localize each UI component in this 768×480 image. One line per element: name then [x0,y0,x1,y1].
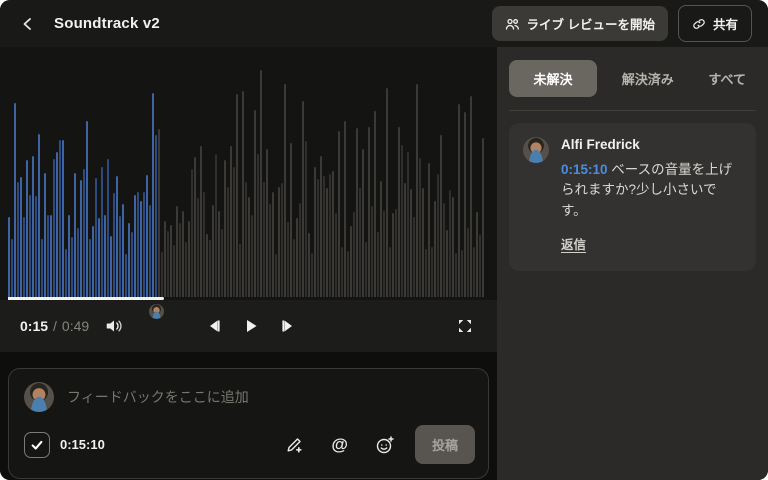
link-icon [692,17,706,31]
composer-input-row [24,382,475,412]
composer-timestamp: 0:15:10 [60,437,105,452]
tab-all[interactable]: すべて [698,61,756,96]
live-review-label: ライブ レビューを開始 [526,18,655,32]
comment-filter-tabs: 未解決 解決済み すべて [509,60,756,111]
comment-marker-avatar[interactable] [149,304,164,319]
share-label: 共有 [712,18,738,32]
next-frame-button[interactable] [276,314,300,338]
time-separator: / [53,318,57,334]
users-icon [505,17,520,31]
play-button[interactable] [239,314,263,338]
transport-controls [202,314,300,338]
current-time: 0:15 [20,318,49,334]
app-window: Soundtrack v2 ライブ レビューを開始 共有 0:15 / 0:49… [0,0,768,480]
comment-body: 0:15:10 ベースの音量を上げられますか?少し小さいです。 [561,160,742,221]
post-button[interactable]: 投稿 [414,425,475,464]
comment-timestamp-link[interactable]: 0:15:10 [561,162,608,177]
share-button[interactable]: 共有 [677,5,752,42]
play-icon [243,318,259,334]
volume-button[interactable] [101,314,127,338]
comments-sidebar: 未解決 解決済み すべて Alfi Fredrick 0:15:10 ベースの音… [497,47,768,480]
playback-controls-bar: 0:15 / 0:49 [0,300,497,352]
annotate-button[interactable] [281,431,308,458]
composer-toolbar: 0:15:10 @ 投稿 [24,425,475,464]
feedback-input[interactable] [67,389,475,405]
at-mention-icon: @ [331,435,348,454]
current-user-avatar [24,382,54,412]
comment-card[interactable]: Alfi Fredrick 0:15:10 ベースの音量を上げられますか?少し小… [509,123,756,271]
back-button[interactable] [16,12,40,36]
commenter-avatar [523,137,549,163]
composer-actions: @ [281,431,399,459]
page-title: Soundtrack v2 [54,15,160,32]
duration: 0:49 [61,318,90,334]
live-review-button[interactable]: ライブ レビューを開始 [491,6,668,41]
tab-resolved[interactable]: 解決済み [612,61,684,96]
previous-frame-icon [206,318,222,334]
waveform-bars [8,53,484,297]
reply-button[interactable]: 返信 [561,234,586,253]
chevron-left-icon [20,16,36,32]
main-layout: 0:15 / 0:49 フィードバックをここに追加 0:15:10 @ 投稿 未… [0,47,768,480]
emoji-plus-icon [375,435,395,455]
mention-button[interactable]: @ [327,432,352,457]
tab-unresolved[interactable]: 未解決 [509,60,597,97]
audio-player: 0:15 / 0:49 [0,47,497,352]
timestamp-checkbox[interactable] [24,431,50,458]
time-display: 0:15 / 0:49 [20,318,89,334]
top-bar-actions: ライブ レビューを開始 共有 [491,5,752,42]
comment-author: Alfi Fredrick [561,137,640,152]
fullscreen-button[interactable] [453,314,477,338]
previous-frame-button[interactable] [202,314,226,338]
player-column: 0:15 / 0:49 フィードバックをここに追加 0:15:10 @ 投稿 [0,47,497,480]
speaker-icon [105,318,123,334]
feedback-composer: 0:15:10 @ [8,368,489,479]
emoji-button[interactable] [371,431,399,459]
pencil-plus-icon [285,435,304,454]
checkmark-icon [30,438,44,452]
fullscreen-icon [457,318,473,334]
next-frame-icon [280,318,296,334]
top-bar: Soundtrack v2 ライブ レビューを開始 共有 [0,0,768,47]
waveform-timeline[interactable] [0,47,497,300]
comment-content: Alfi Fredrick 0:15:10 ベースの音量を上げられますか?少し小… [561,137,742,254]
